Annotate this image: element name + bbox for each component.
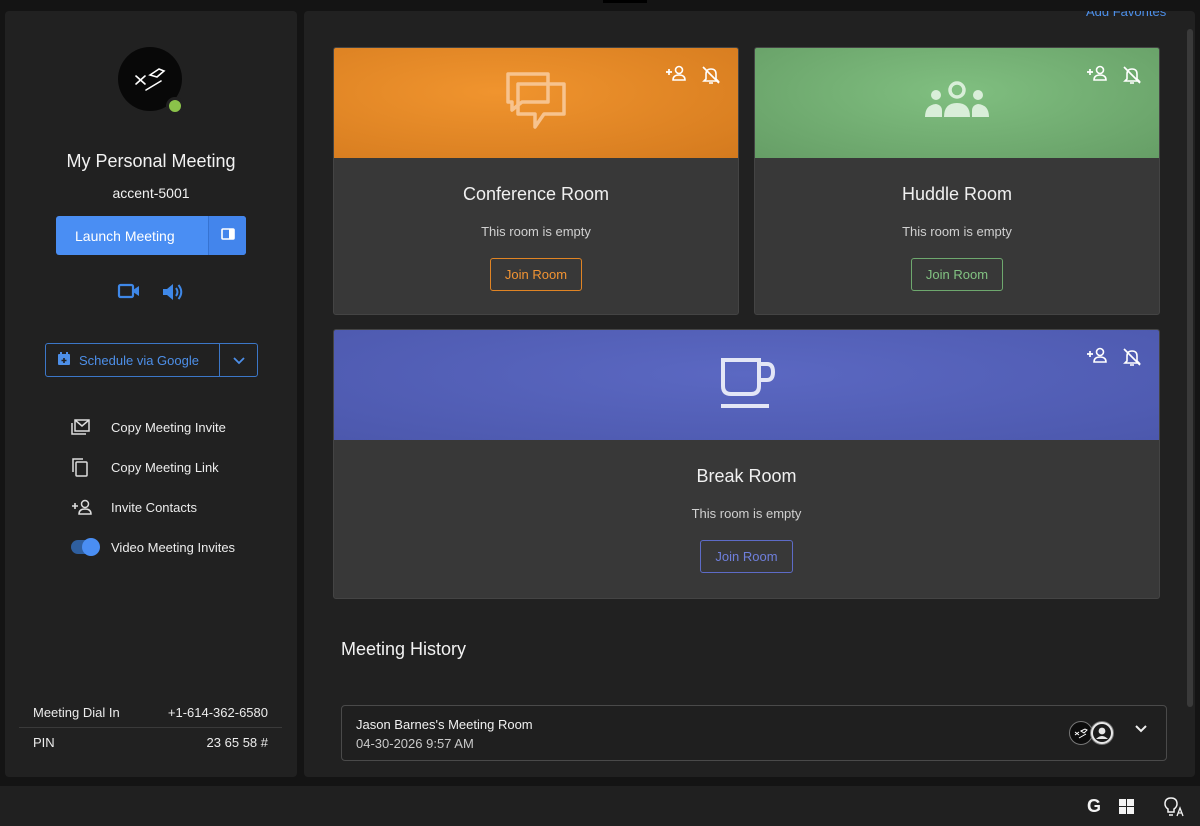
schedule-label: Schedule via Google — [79, 352, 199, 368]
top-notch — [603, 0, 647, 3]
room-header — [755, 48, 1159, 158]
pin-row: PIN 23 65 58 # — [19, 727, 282, 757]
room-status: This room is empty — [691, 506, 802, 521]
dial-in-row: Meeting Dial In +1-614-362-6580 — [19, 697, 282, 727]
chevron-down-icon[interactable] — [1134, 724, 1148, 734]
room-card-huddle: Huddle Room This room is empty Join Room — [754, 47, 1160, 315]
notifications-off-icon[interactable] — [701, 65, 721, 85]
participant-person-icon — [1090, 721, 1114, 745]
copy-meeting-invite-label: Copy Meeting Invite — [111, 419, 226, 435]
video-meeting-invites-item[interactable]: Video Meeting Invites — [71, 527, 235, 567]
video-meeting-invites-label: Video Meeting Invites — [111, 539, 236, 555]
lightbulb-translate-icon[interactable] — [1164, 797, 1186, 817]
invite-contacts-item[interactable]: Invite Contacts — [71, 487, 235, 527]
schedule-group: Schedule via Google — [45, 343, 258, 377]
side-panel-icon — [220, 228, 235, 243]
pin-value: 23 65 58 # — [206, 735, 268, 750]
toggle-switch-icon[interactable] — [71, 538, 111, 556]
notifications-off-icon[interactable] — [1122, 347, 1142, 367]
group-icon — [922, 80, 992, 126]
chevron-down-icon — [232, 353, 245, 368]
add-person-icon[interactable] — [665, 65, 687, 85]
video-camera-icon[interactable] — [117, 281, 141, 303]
main-content: Add Favorites Conference Room This room … — [304, 11, 1195, 777]
copy-meeting-invite-item[interactable]: Copy Meeting Invite — [71, 407, 235, 447]
room-card-break: Break Room This room is empty Join Room — [333, 329, 1160, 599]
mail-icon — [71, 419, 111, 435]
history-meeting-date: 04-30-2026 9:57 AM — [356, 736, 474, 751]
dial-in-number[interactable]: +1-614-362-6580 — [168, 705, 268, 720]
room-name: Break Room — [696, 466, 797, 486]
g-icon[interactable]: G — [1087, 796, 1101, 817]
chat-bubbles-icon — [504, 70, 568, 137]
join-room-button[interactable]: Join Room — [700, 540, 793, 573]
add-person-icon[interactable] — [1086, 65, 1108, 85]
pin-label: PIN — [33, 735, 55, 750]
launch-meeting-group: Launch Meeting — [56, 216, 246, 255]
meeting-title: My Personal Meeting — [66, 151, 236, 171]
media-controls — [5, 281, 297, 303]
taskbar: G — [0, 786, 1200, 826]
launch-options-button[interactable] — [208, 216, 246, 255]
history-meeting-name: Jason Barnes's Meeting Room — [356, 717, 533, 732]
room-status: This room is empty — [902, 224, 1012, 239]
launch-meeting-button[interactable]: Launch Meeting — [56, 216, 208, 255]
room-header — [334, 48, 738, 158]
room-header — [334, 330, 1159, 440]
add-person-icon[interactable] — [1086, 347, 1108, 367]
copy-meeting-link-label: Copy Meeting Link — [111, 459, 219, 475]
online-status-badge — [166, 97, 184, 115]
windows-icon[interactable] — [1119, 799, 1134, 814]
dial-in-info: Meeting Dial In +1-614-362-6580 PIN 23 6… — [19, 697, 282, 757]
meeting-actions-list: Copy Meeting Invite Copy Meeting Link In… — [71, 407, 235, 567]
scrollbar[interactable] — [1187, 29, 1193, 707]
meeting-id: accent-5001 — [112, 185, 190, 201]
room-name: Conference Room — [462, 184, 610, 204]
invite-contacts-label: Invite Contacts — [111, 499, 197, 515]
schedule-dropdown-button[interactable] — [219, 344, 257, 376]
coffee-cup-icon — [717, 356, 777, 415]
speaker-icon[interactable] — [161, 281, 185, 303]
room-status: This room is empty — [481, 224, 591, 239]
add-person-icon — [71, 499, 111, 515]
notifications-off-icon[interactable] — [1122, 65, 1142, 85]
avatar[interactable] — [118, 47, 184, 115]
room-name: Huddle Room — [901, 184, 1013, 204]
history-row[interactable]: Jason Barnes's Meeting Room 04-30-2026 9… — [341, 705, 1167, 761]
sidebar: My Personal Meeting accent-5001 Launch M… — [5, 11, 297, 777]
copy-meeting-link-item[interactable]: Copy Meeting Link — [71, 447, 235, 487]
meeting-history-title: Meeting History — [341, 639, 467, 659]
app-window: My Personal Meeting accent-5001 Launch M… — [0, 0, 1200, 826]
room-card-conference: Conference Room This room is empty Join … — [333, 47, 739, 315]
copy-icon — [71, 457, 111, 477]
schedule-via-google-button[interactable]: Schedule via Google — [46, 344, 219, 376]
add-favorites-link[interactable]: Add Favorites — [1086, 11, 1166, 19]
dial-in-label: Meeting Dial In — [33, 704, 120, 720]
participant-avatars — [1069, 721, 1114, 745]
join-room-button[interactable]: Join Room — [489, 258, 583, 291]
join-room-button[interactable]: Join Room — [910, 258, 1004, 291]
calendar-add-icon — [57, 351, 71, 369]
